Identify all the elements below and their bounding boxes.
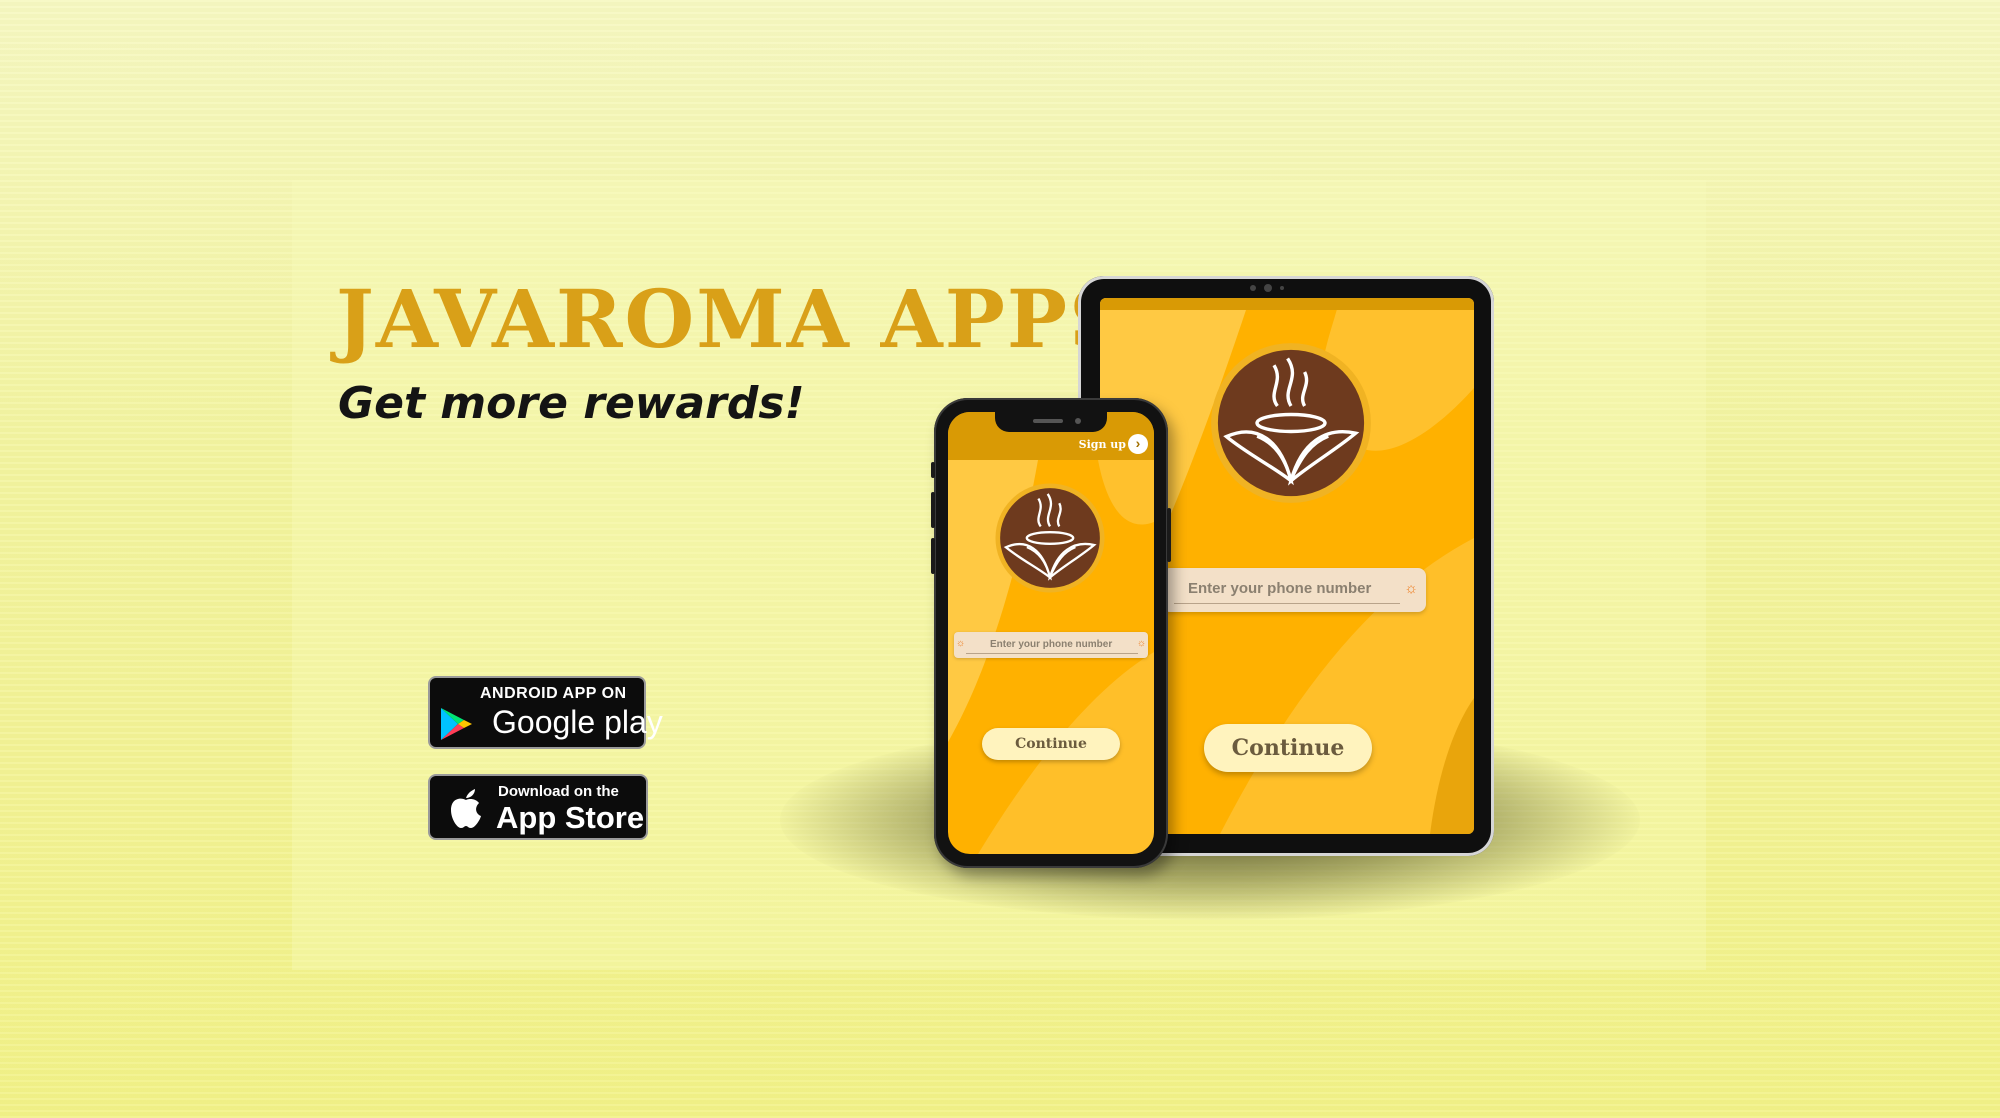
google-play-badge-caption: ANDROID APP ON [480, 685, 627, 702]
javaroma-logo [995, 483, 1105, 593]
javaroma-logo [1211, 343, 1371, 503]
phone-input-underline [966, 653, 1138, 654]
phone-mockup: Sign up › ☼ Enter your phone number ☼ Co… [931, 398, 1171, 868]
phone-power-button [1167, 508, 1171, 562]
app-store-badge-label: App Store [496, 800, 645, 835]
google-play-icon [441, 708, 472, 740]
phone-volume-up [931, 492, 935, 528]
page-subtitle: Get more rewards! [338, 378, 805, 429]
sun-icon: ☼ [956, 638, 966, 649]
chevron-right-icon[interactable]: › [1128, 434, 1148, 454]
google-play-badge-label: Google play [492, 704, 663, 740]
phone-number-input[interactable]: ☼ Enter your phone number ☼ [954, 632, 1148, 658]
page-title: JAVAROMA APPS [336, 272, 1129, 366]
phone-volume-down [931, 538, 935, 574]
phone-notch [995, 412, 1107, 432]
phone-camera [1075, 418, 1081, 424]
phone-number-input-placeholder: Enter your phone number [990, 639, 1113, 650]
phone-screen: Sign up › ☼ Enter your phone number ☼ Co… [948, 412, 1154, 854]
tablet-header-bar [1100, 298, 1474, 310]
app-store-badge-caption: Download on the [498, 783, 619, 800]
phone-continue-button[interactable]: Continue [982, 728, 1120, 760]
tablet-sensor [1250, 285, 1256, 291]
tablet-continue-button[interactable]: Continue [1204, 724, 1372, 772]
tablet-input-underline [1174, 603, 1400, 604]
tablet-phone-input-placeholder: Enter your phone number [1188, 580, 1372, 597]
apple-icon [451, 789, 481, 828]
google-play-badge[interactable]: ANDROID APP ON Google play [428, 676, 663, 749]
sun-icon: ☼ [1136, 638, 1146, 649]
signup-label[interactable]: Sign up [1079, 438, 1126, 451]
phone-speaker [1033, 419, 1063, 423]
app-store-badge[interactable]: Download on the App Store [428, 774, 648, 840]
sun-icon: ☼ [1404, 580, 1418, 597]
tablet-phone-input[interactable]: Enter your phone number ☼ [1162, 568, 1426, 612]
tablet-camera [1264, 284, 1272, 292]
phone-side-button [931, 462, 935, 478]
tablet-sensor [1280, 286, 1284, 290]
